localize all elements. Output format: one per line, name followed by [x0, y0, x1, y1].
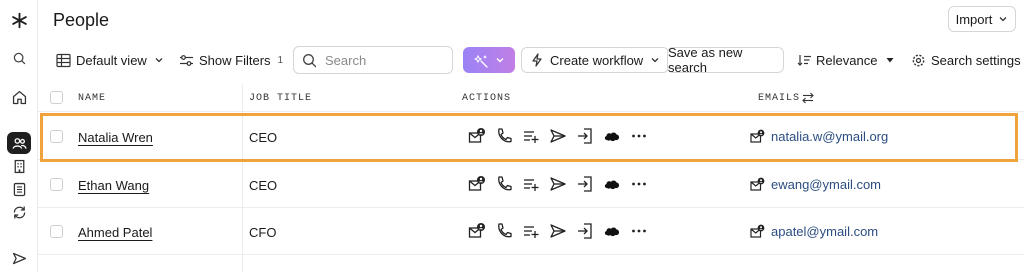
row-highlight-box: [40, 113, 1018, 162]
email-cell: apatel@ymail.com: [750, 224, 878, 239]
send-icon[interactable]: [549, 222, 567, 240]
home-icon[interactable]: [0, 86, 38, 108]
email-cell: ewang@ymail.com: [750, 177, 881, 192]
phone-icon[interactable]: [495, 222, 513, 240]
row-actions: [468, 175, 648, 193]
row-checkbox[interactable]: [50, 178, 63, 191]
filter-sliders-icon: [180, 54, 193, 66]
show-filters-button[interactable]: Show Filters 1: [179, 47, 283, 73]
email-reveal-icon[interactable]: [468, 175, 486, 193]
logo-asterisk-icon[interactable]: [0, 9, 38, 31]
row-checkbox[interactable]: [50, 225, 63, 238]
refresh-icon[interactable]: [0, 201, 38, 223]
chevron-down-icon: [651, 58, 659, 63]
table-header: NAME JOB TITLE ACTIONS EMAILS: [38, 84, 1024, 112]
filters-count-badge: 1: [277, 54, 284, 66]
column-header-name[interactable]: NAME: [78, 93, 106, 104]
people-icon[interactable]: [7, 132, 31, 154]
chevron-down-icon: [999, 17, 1007, 22]
column-header-actions: ACTIONS: [462, 93, 512, 104]
select-all-checkbox[interactable]: [50, 91, 63, 104]
building-icon[interactable]: [0, 155, 38, 177]
add-to-list-icon[interactable]: [522, 175, 540, 193]
table-row[interactable]: Ethan Wang CEO ewang@ymail.com: [38, 161, 1024, 208]
column-header-emails[interactable]: EMAILS: [758, 93, 800, 104]
column-header-job-title[interactable]: JOB TITLE: [249, 93, 312, 104]
table-row[interactable]: Ahmed Patel CFO apatel@ymail.com: [38, 208, 1024, 255]
phone-icon[interactable]: [495, 175, 513, 193]
search-box[interactable]: [293, 46, 453, 74]
salesforce-cloud-icon[interactable]: [603, 222, 621, 240]
person-name-link[interactable]: Ahmed Patel: [78, 225, 152, 240]
gear-icon: [912, 54, 925, 66]
lightning-icon: [532, 53, 542, 67]
page-title: People: [53, 10, 110, 30]
default-view-label: Default view: [76, 52, 147, 68]
relevance-label: Relevance: [816, 52, 878, 68]
import-label: Import: [955, 11, 993, 27]
salesforce-cloud-icon[interactable]: [603, 175, 621, 193]
left-rail: [0, 0, 38, 272]
add-to-list-icon[interactable]: [522, 222, 540, 240]
sort-icon: [797, 55, 811, 66]
import-button[interactable]: Import: [948, 6, 1016, 32]
person-name-link[interactable]: Ethan Wang: [78, 178, 149, 193]
chevron-down-icon: [155, 58, 163, 63]
email-link[interactable]: apatel@ymail.com: [771, 224, 878, 239]
search-icon: [303, 53, 317, 67]
show-filters-label: Show Filters: [199, 52, 271, 68]
enroll-sequence-icon[interactable]: [576, 222, 594, 240]
magic-wand-icon: [473, 54, 488, 68]
search-settings-button[interactable]: Search settings: [911, 47, 1021, 73]
search-input[interactable]: [325, 52, 445, 68]
more-icon[interactable]: [630, 175, 648, 193]
verified-email-icon: [750, 224, 765, 238]
chevron-down-icon: [496, 58, 503, 63]
enroll-sequence-icon[interactable]: [576, 175, 594, 193]
create-workflow-label: Create workflow: [550, 52, 644, 68]
email-link[interactable]: ewang@ymail.com: [771, 177, 881, 192]
ai-assistant-button[interactable]: [463, 47, 515, 73]
list-icon[interactable]: [0, 178, 38, 200]
search-settings-label: Search settings: [931, 52, 1021, 68]
email-reveal-icon[interactable]: [468, 222, 486, 240]
save-as-new-search-button[interactable]: Save as new search: [667, 45, 784, 75]
swap-icon[interactable]: [802, 92, 814, 104]
table-icon: [56, 53, 71, 67]
verified-email-icon: [750, 177, 765, 191]
save-search-label: Save as new search: [668, 45, 743, 75]
relevance-sort-button[interactable]: Relevance: [797, 47, 895, 73]
more-icon[interactable]: [630, 222, 648, 240]
create-workflow-button[interactable]: Create workflow: [521, 47, 670, 73]
default-view-button[interactable]: Default view: [56, 47, 164, 73]
job-title: CFO: [249, 225, 277, 240]
job-title: CEO: [249, 178, 278, 193]
search-icon[interactable]: [0, 47, 38, 69]
caret-down-icon: [886, 58, 894, 63]
send-icon[interactable]: [0, 247, 38, 269]
row-actions: [468, 222, 648, 240]
send-icon[interactable]: [549, 175, 567, 193]
